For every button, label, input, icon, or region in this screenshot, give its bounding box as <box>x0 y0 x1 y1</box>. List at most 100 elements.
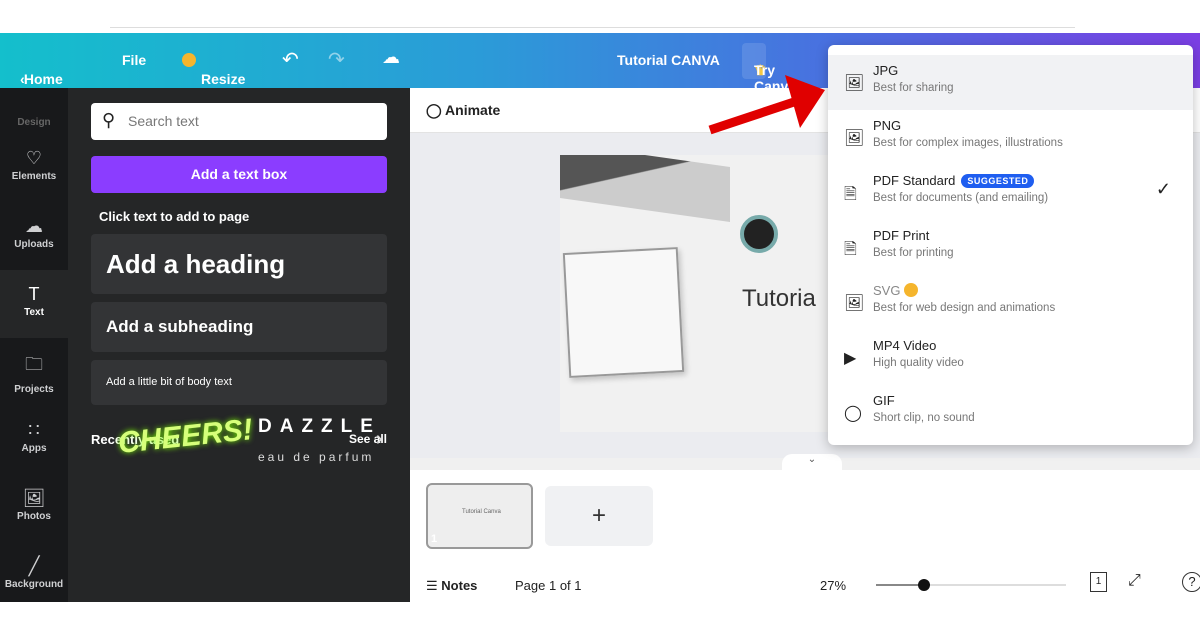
option-title: MP4 Video <box>873 338 1193 353</box>
option-title: JPG <box>873 63 1193 78</box>
horizontal-scrollbar[interactable]: ⌄ <box>410 454 1200 470</box>
checkmark-icon: ✓ <box>1155 179 1171 199</box>
file-menu[interactable]: File <box>122 52 146 68</box>
add-page-button[interactable]: + <box>545 486 653 546</box>
rail-label: Background <box>4 579 64 590</box>
format-option-jpg[interactable]: 🖼 JPG Best for sharing <box>828 55 1193 110</box>
notes-button[interactable]: ☰ Notes <box>426 578 477 594</box>
thumb-text: Tutorial Canva <box>462 509 501 515</box>
option-subtitle: High quality video <box>873 357 964 369</box>
animate-icon: ◯ <box>426 102 442 118</box>
browser-divider <box>110 27 1075 28</box>
cloud-saved-icon[interactable]: ☁ <box>382 47 400 68</box>
text-icon: T <box>28 284 40 304</box>
download-format-menu: 🖼 JPG Best for sharing 🖼 PNG Best for complex… <box>828 45 1193 445</box>
add-subheading-button[interactable]: Add a subheading <box>91 302 387 352</box>
rail-label: Text <box>24 307 44 318</box>
rail-item-projects[interactable]: 🗀 Projects <box>0 338 68 406</box>
format-option-gif[interactable]: ◯ GIF Short clip, no sound <box>828 385 1193 440</box>
search-input[interactable]: ⚲ Search text <box>91 103 387 140</box>
chevron-down-icon[interactable]: ⌄ <box>782 454 842 470</box>
option-title: PDF Standard SUGGESTED <box>873 173 1193 188</box>
notes-icon: ☰ <box>426 578 438 593</box>
option-subtitle: Best for documents (and emailing) <box>873 192 1049 204</box>
option-title-text: SVG <box>873 283 901 298</box>
hatch-icon: ╱ <box>28 556 40 576</box>
design-text[interactable]: Tutoria <box>742 285 816 313</box>
option-title-text: PDF Standard <box>873 173 956 188</box>
suggested-badge: SUGGESTED <box>961 174 1035 188</box>
red-arrow-annotation <box>708 75 825 135</box>
format-option-mp4-video[interactable]: ▶ MP4 Video High quality video <box>828 330 1193 385</box>
format-option-pdf-print[interactable]: 🗎 PDF Print Best for printing <box>828 220 1193 275</box>
rail-label: Apps <box>21 443 47 454</box>
page-thumbnail[interactable]: Tutorial Canva 1 <box>426 483 533 549</box>
rail-item-uploads[interactable]: ☁ Uploads <box>0 202 68 270</box>
option-title-text: MP4 Video <box>873 338 937 353</box>
format-option-pdf-standard[interactable]: 🗎 PDF Standard SUGGESTED Best for documents… <box>828 165 1193 220</box>
home-button[interactable]: ‹ Home <box>20 52 63 87</box>
text-sample-cheers[interactable]: CHEERS! <box>117 413 255 461</box>
option-subtitle: Best for printing <box>873 247 954 259</box>
grid-icon: ∷ <box>28 420 40 440</box>
animate-label: Animate <box>445 102 501 118</box>
pages-strip: Tutorial Canva 1 + <box>410 470 1200 560</box>
resize-button[interactable]: Resize <box>182 52 245 87</box>
coffee-cup-image <box>740 215 778 253</box>
laptop-image <box>560 155 730 222</box>
image-icon: 🖼 <box>844 75 865 92</box>
page-count-button[interactable]: 1 <box>1090 572 1107 592</box>
animate-icon: ◯ <box>844 405 862 422</box>
hint-text: Click text to add to page <box>99 209 250 224</box>
zoom-slider-fill <box>876 584 924 586</box>
crown-icon <box>182 53 196 67</box>
add-text-box-button[interactable]: Add a text box <box>91 156 387 193</box>
help-icon[interactable]: ? <box>1182 572 1200 592</box>
design-title[interactable]: Tutorial CANVA <box>617 52 720 68</box>
text-sample-dazzle[interactable]: DAZZLE <box>258 416 381 438</box>
option-title: PNG <box>873 118 1193 133</box>
rail-label: Photos <box>17 511 51 522</box>
option-title: SVG <box>873 283 1193 298</box>
design-page[interactable]: Tutoria <box>560 155 860 432</box>
animate-button[interactable]: ◯ Animate <box>426 102 500 119</box>
crown-icon <box>904 283 919 297</box>
redo-icon[interactable]: ↷ <box>328 47 345 72</box>
rail-item-text[interactable]: T Text <box>0 270 68 338</box>
fullscreen-icon[interactable]: ⤢ <box>1128 572 1141 590</box>
thumb-page-number: 1 <box>431 533 438 545</box>
option-subtitle: Short clip, no sound <box>873 412 975 424</box>
zoom-slider-knob[interactable] <box>918 579 930 591</box>
format-option-png[interactable]: 🖼 PNG Best for complex images, illustratio… <box>828 110 1193 165</box>
rail-item-photos[interactable]: 🖼 Photos <box>0 474 68 542</box>
video-icon: ▶ <box>844 350 857 367</box>
shapes-icon: ♡ <box>25 148 43 168</box>
rail-item-elements[interactable]: ♡ Elements <box>0 134 68 202</box>
chevron-right-icon[interactable]: › <box>376 428 383 451</box>
search-icon: ⚲ <box>102 110 116 130</box>
rail-label: Projects <box>14 384 54 395</box>
text-panel: ⚲ Search text Add a text box Click text t… <box>68 88 410 602</box>
option-title-text: PNG <box>873 118 902 133</box>
add-body-text-button[interactable]: Add a little bit of body text <box>91 360 387 405</box>
add-heading-button[interactable]: Add a heading <box>91 234 387 294</box>
document-icon: 🗎 <box>844 241 857 258</box>
option-subtitle: Best for sharing <box>873 82 954 94</box>
search-placeholder: Search text <box>128 113 199 129</box>
image-icon: 🖼 <box>844 130 865 147</box>
image-icon: 🖼 <box>22 488 46 508</box>
notebook-image <box>562 247 685 378</box>
rail-item-background[interactable]: ╱ Background <box>0 542 68 610</box>
option-subtitle: Best for web design and animations <box>873 302 1056 314</box>
rail-item-apps[interactable]: ∷ Apps <box>0 406 68 474</box>
option-title: PDF Print <box>873 228 1193 243</box>
zoom-slider[interactable] <box>876 579 1066 591</box>
footer-bar: ☰ Notes Page 1 of 1 27% 1 ⤢ ? <box>410 560 1200 602</box>
folder-icon: 🗀 <box>25 354 43 374</box>
option-title-text: PDF Print <box>873 228 930 243</box>
format-option-svg[interactable]: 🖼 SVG Best for web design and animations <box>828 275 1193 330</box>
rail-label: Design <box>17 117 51 128</box>
text-sample-dazzle-sub: eau de parfum <box>258 450 375 464</box>
zoom-level[interactable]: 27% <box>820 578 846 593</box>
undo-icon[interactable]: ↶ <box>282 47 299 72</box>
